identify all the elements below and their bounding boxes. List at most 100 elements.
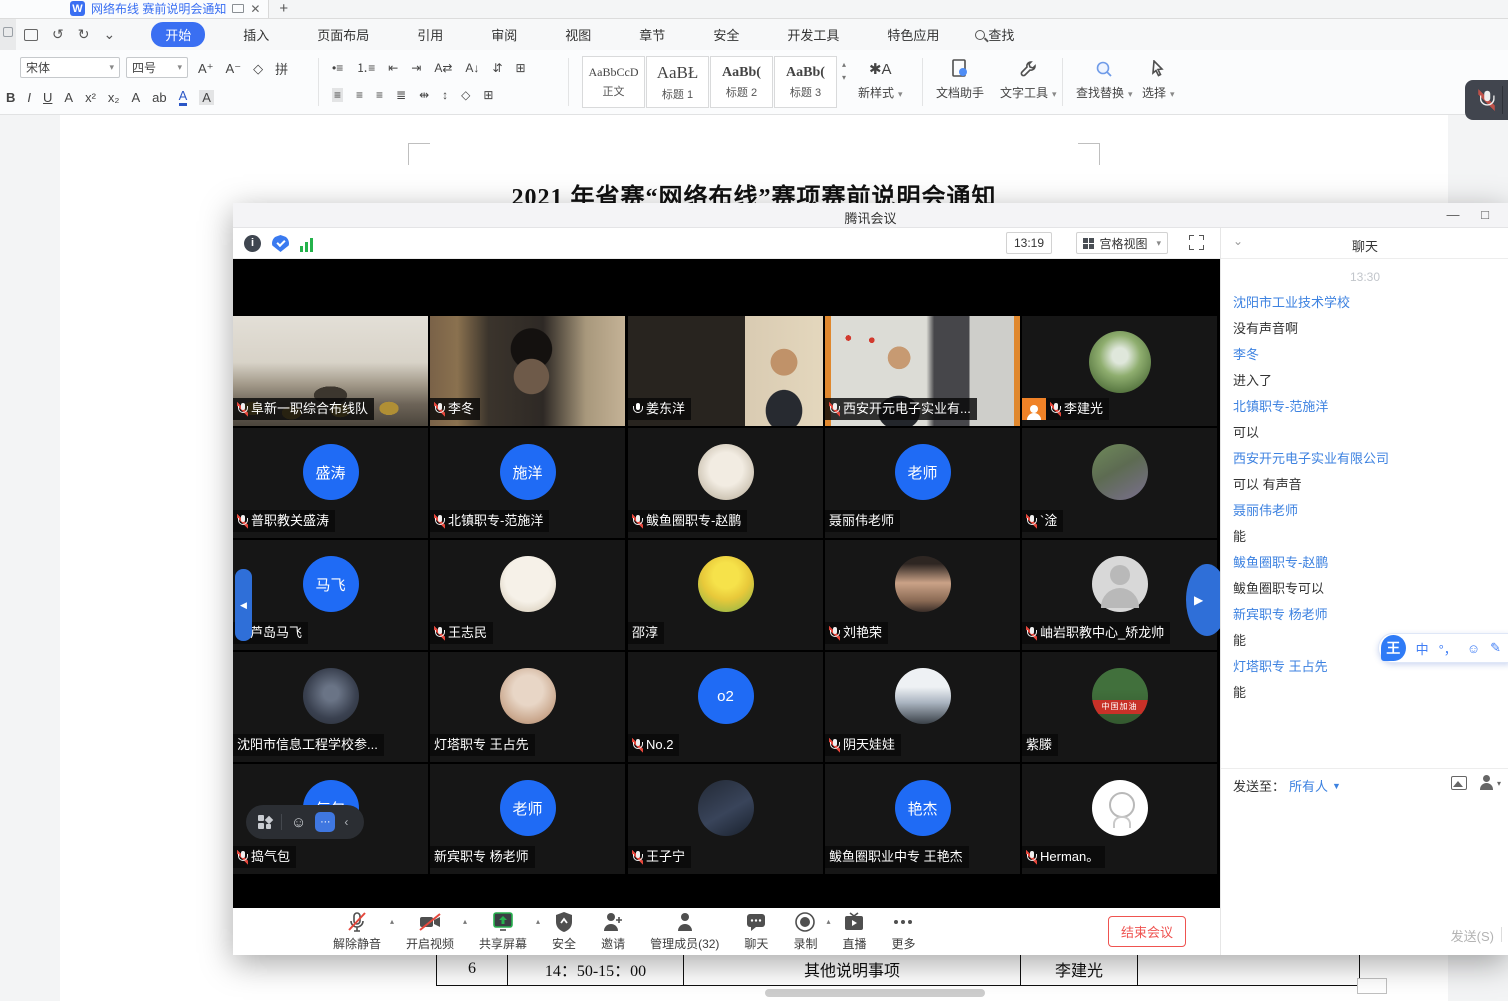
- doc-assistant-button[interactable]: 文档助手: [936, 58, 984, 101]
- collapse-icon[interactable]: ‹: [344, 815, 348, 829]
- tab-pin-icon[interactable]: [232, 4, 244, 13]
- video-tile[interactable]: 李冬: [430, 316, 625, 426]
- grid-prev-page-button[interactable]: ◀: [235, 569, 252, 641]
- security-button[interactable]: 安全: [552, 911, 576, 952]
- layout-shapes-icon[interactable]: [258, 815, 272, 829]
- mention-member-icon[interactable]: ▾: [1479, 775, 1499, 791]
- justify-icon[interactable]: ≣: [396, 88, 406, 102]
- ime-logo-icon[interactable]: 王: [1381, 635, 1406, 661]
- number-list-icon[interactable]: ⒈≡: [356, 59, 375, 76]
- video-tile[interactable]: 鲅鱼圈职专-赵鹏: [628, 428, 823, 538]
- strikethrough-button[interactable]: A: [64, 90, 73, 105]
- paragraph-mark-icon[interactable]: ⇵: [492, 61, 502, 75]
- chat-sender[interactable]: 聂丽伟老师: [1233, 498, 1497, 524]
- record-button[interactable]: 录制▴: [793, 911, 817, 952]
- send-button[interactable]: 发送(S): [1451, 926, 1494, 945]
- text-tool-button[interactable]: 文字工具▾: [1000, 58, 1057, 101]
- decrease-indent-icon[interactable]: ⇤: [388, 61, 398, 75]
- shading-icon[interactable]: ◇: [461, 88, 470, 102]
- borders-icon[interactable]: ⊞: [483, 88, 493, 102]
- ime-mode-icon[interactable]: 中: [1416, 639, 1429, 658]
- send-to-select[interactable]: 发送至： 所有人 ▼: [1233, 776, 1341, 795]
- live-stream-button[interactable]: 直播: [842, 911, 866, 952]
- network-signal-icon[interactable]: [300, 235, 317, 252]
- chat-input[interactable]: [1221, 798, 1508, 918]
- increase-font-icon[interactable]: A⁺: [198, 61, 214, 77]
- video-tile-active-speaker[interactable]: 姜东洋: [628, 316, 823, 426]
- increase-indent-icon[interactable]: ⇥: [411, 61, 421, 75]
- tab-home[interactable]: 开始: [151, 22, 205, 47]
- chat-button[interactable]: 聊天: [744, 911, 768, 952]
- style-gallery-scroll[interactable]: ▴ ▾: [838, 58, 850, 84]
- meeting-info-icon[interactable]: i: [244, 235, 261, 252]
- video-tile[interactable]: 邵淳: [628, 540, 823, 650]
- style-heading2[interactable]: AaBb(标题 2: [710, 56, 773, 108]
- decrease-font-icon[interactable]: A⁻: [226, 61, 242, 77]
- grid-next-page-button[interactable]: ▶: [1186, 564, 1220, 636]
- tab-references[interactable]: 引用: [407, 22, 453, 47]
- find-control[interactable]: 查找: [975, 25, 1014, 44]
- distribute-icon[interactable]: ⇹: [419, 88, 429, 102]
- new-tab-button[interactable]: +: [279, 0, 288, 18]
- tab-review[interactable]: 审阅: [481, 22, 527, 47]
- share-screen-button[interactable]: 共享屏幕▴: [479, 911, 527, 952]
- line-spacing-icon[interactable]: ↕: [442, 88, 448, 102]
- chevron-up-icon[interactable]: ▴: [536, 917, 540, 926]
- video-tile[interactable]: 马飞 葫芦岛马飞: [233, 540, 428, 650]
- tab-section[interactable]: 章节: [629, 22, 675, 47]
- text-effects-button[interactable]: A: [131, 90, 140, 105]
- manage-members-button[interactable]: 管理成员(32): [650, 911, 719, 952]
- tab-special-features[interactable]: 特色应用: [877, 22, 949, 47]
- font-size-select[interactable]: 四号▾: [126, 57, 188, 78]
- video-tile[interactable]: `淦: [1022, 428, 1217, 538]
- video-tile[interactable]: 沈阳市信息工程学校参...: [233, 652, 428, 762]
- tab-close-icon[interactable]: ✕: [250, 3, 260, 15]
- video-tile[interactable]: 中国加油 紫滕: [1022, 652, 1217, 762]
- unmute-button[interactable]: 解除静音▴: [333, 911, 381, 952]
- floating-meeting-widget[interactable]: [1465, 80, 1508, 120]
- video-tile[interactable]: 老师 新宾职专 杨老师: [430, 764, 625, 874]
- fullscreen-icon[interactable]: [1189, 235, 1204, 250]
- chat-sender[interactable]: 李冬: [1233, 342, 1497, 368]
- start-video-button[interactable]: 开启视频▴: [406, 911, 454, 952]
- video-tile[interactable]: 灯塔职专 王占先: [430, 652, 625, 762]
- chat-sender[interactable]: 北镇职专-范施洋: [1233, 394, 1497, 420]
- video-tile[interactable]: 老师 聂丽伟老师: [825, 428, 1020, 538]
- font-name-select[interactable]: 宋体▾: [20, 57, 120, 78]
- print-preview-icon[interactable]: [24, 29, 38, 41]
- ime-punctuation-icon[interactable]: °，: [1439, 639, 1457, 658]
- more-button[interactable]: 更多: [891, 911, 915, 952]
- clear-format-icon[interactable]: ◇: [253, 61, 263, 77]
- view-mode-select[interactable]: 宫格视图 ▾: [1076, 232, 1168, 254]
- emoji-icon[interactable]: ☺: [291, 814, 306, 831]
- minimize-button[interactable]: —: [1444, 207, 1462, 222]
- insert-table-icon[interactable]: ⊞: [515, 61, 525, 75]
- video-tile[interactable]: 阴天娃娃: [825, 652, 1020, 762]
- style-heading3[interactable]: AaBb(标题 3: [774, 56, 837, 108]
- chat-sender[interactable]: 西安开元电子实业有限公司: [1233, 446, 1497, 472]
- video-tile[interactable]: 施洋 北镇职专-范施洋: [430, 428, 625, 538]
- select-button[interactable]: 选择▾: [1142, 58, 1175, 101]
- video-tile[interactable]: 李建光: [1022, 316, 1217, 426]
- ime-emoji-icon[interactable]: ☺: [1467, 641, 1480, 656]
- chat-sender[interactable]: 新宾职专 杨老师: [1233, 602, 1497, 628]
- ime-handwriting-icon[interactable]: ✎: [1490, 640, 1501, 656]
- superscript-button[interactable]: x²: [85, 90, 96, 105]
- video-tile[interactable]: o2 No.2: [628, 652, 823, 762]
- tab-view[interactable]: 视图: [555, 22, 601, 47]
- undo-icon[interactable]: ↺: [52, 26, 64, 43]
- horizontal-scrollbar[interactable]: [765, 989, 985, 997]
- style-normal[interactable]: AaBbCcD正文: [582, 56, 645, 108]
- tab-insert[interactable]: 插入: [233, 22, 279, 47]
- tab-dev-tools[interactable]: 开发工具: [777, 22, 849, 47]
- video-tile[interactable]: 艳杰 鲅鱼圈职业中专 王艳杰: [825, 764, 1020, 874]
- align-left-icon[interactable]: ≡: [332, 88, 343, 102]
- underline-button[interactable]: U: [43, 90, 52, 105]
- video-tile[interactable]: 西安开元电子实业有...: [825, 316, 1020, 426]
- align-right-icon[interactable]: ≡: [376, 88, 383, 102]
- meeting-title-bar[interactable]: 腾讯会议 — □: [233, 203, 1508, 228]
- maximize-button[interactable]: □: [1476, 207, 1494, 222]
- tab-security[interactable]: 安全: [703, 22, 749, 47]
- chat-sender[interactable]: 沈阳市工业技术学校: [1233, 290, 1497, 316]
- video-tile[interactable]: 刘艳荣: [825, 540, 1020, 650]
